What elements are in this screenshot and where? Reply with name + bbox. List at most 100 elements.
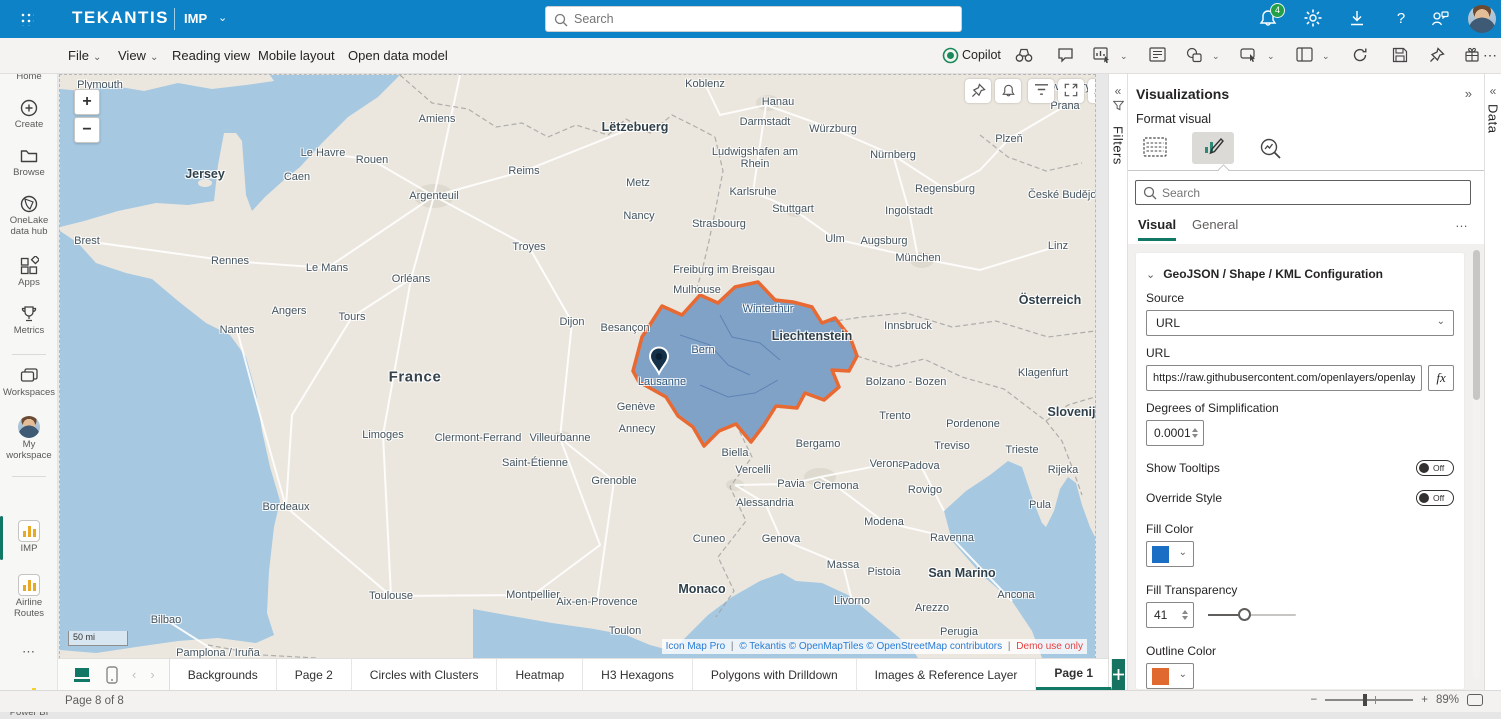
analytics-pane-button[interactable] <box>1250 132 1292 164</box>
attribution-tekantis[interactable]: © Tekantis <box>739 641 786 652</box>
notifications-button[interactable]: 4 <box>1258 8 1280 30</box>
gift-button[interactable] <box>1460 45 1484 67</box>
more-options-icon[interactable]: ⋯ <box>1483 47 1497 64</box>
menu-view[interactable]: View⌄ <box>118 48 158 63</box>
menu-open-data-model[interactable]: Open data model <box>348 48 448 63</box>
refresh-button[interactable] <box>1348 45 1372 67</box>
add-page-button[interactable] <box>1112 659 1125 690</box>
show-tooltips-toggle[interactable]: Off <box>1416 460 1454 476</box>
global-search[interactable] <box>545 6 962 32</box>
stepper-down[interactable] <box>1192 434 1198 438</box>
copilot-button[interactable] <box>938 45 962 67</box>
attribution-product[interactable]: Icon Map Pro <box>666 641 725 652</box>
save-button[interactable] <box>1388 45 1412 67</box>
workspace-switcher[interactable]: IMP <box>184 11 207 26</box>
source-dropdown[interactable]: URL ⌄ <box>1146 310 1454 336</box>
chevron-down-icon[interactable]: ⌄ <box>1120 51 1128 62</box>
override-style-toggle[interactable]: Off <box>1416 490 1454 506</box>
simplification-stepper[interactable]: 0.0001 <box>1146 420 1204 446</box>
outline-color-picker[interactable]: ⌄ <box>1146 663 1194 689</box>
sidebar-item-browse[interactable]: Browse <box>0 146 58 179</box>
help-button[interactable]: ? <box>1390 8 1412 30</box>
data-pane-collapsed[interactable]: « Data <box>1484 74 1501 690</box>
next-page-icon[interactable]: › <box>150 667 154 682</box>
map-visual[interactable]: PlymouthJerseyAmiensLe HavreRouenCaenRei… <box>60 75 1095 658</box>
mobile-view-icon[interactable] <box>106 666 118 684</box>
waffle-menu-icon[interactable] <box>20 12 34 26</box>
menu-mobile-layout[interactable]: Mobile layout <box>258 48 335 63</box>
sidebar-item-my-workspace[interactable]: My workspace <box>0 416 58 462</box>
stepper-down[interactable] <box>1182 616 1188 620</box>
page-tab-page-2[interactable]: Page 2 <box>277 659 352 690</box>
zoom-slider[interactable] <box>1325 699 1413 701</box>
chevron-down-icon[interactable]: ⌄ <box>1267 51 1275 62</box>
feedback-button[interactable] <box>1430 8 1452 30</box>
zoom-in-icon[interactable]: + <box>1421 694 1428 706</box>
menu-file[interactable]: File⌄ <box>68 48 101 63</box>
url-input[interactable] <box>1146 365 1422 391</box>
format-search[interactable] <box>1135 180 1471 205</box>
fields-pane-button[interactable] <box>1134 132 1176 164</box>
filters-pane-label[interactable]: Filters <box>1111 126 1126 165</box>
visual-filters-button[interactable] <box>1028 79 1054 103</box>
tab-general[interactable]: General <box>1192 217 1238 238</box>
sidebar-item-onelake[interactable]: OneLake data hub <box>0 194 58 238</box>
shapes-button[interactable] <box>1182 45 1206 67</box>
filters-pane-collapsed[interactable]: « Filters <box>1108 74 1128 690</box>
tabs-more-icon[interactable]: … <box>1455 215 1468 230</box>
alerts-button[interactable] <box>995 79 1021 103</box>
page-tab-h3-hexagons[interactable]: H3 Hexagons <box>583 659 693 690</box>
find-button[interactable] <box>1012 45 1036 67</box>
stepper-up[interactable] <box>1182 610 1188 614</box>
page-tab-polygons-with-drilldown[interactable]: Polygons with Drilldown <box>693 659 857 690</box>
sidebar-item-metrics[interactable]: Metrics <box>0 304 58 337</box>
data-pane-label[interactable]: Data <box>1486 104 1501 133</box>
page-tab-images-reference-layer[interactable]: Images & Reference Layer <box>857 659 1037 690</box>
search-input[interactable] <box>574 8 954 30</box>
collapse-icon[interactable]: « <box>1485 84 1501 98</box>
settings-button[interactable] <box>1303 8 1325 30</box>
menu-reading-view[interactable]: Reading view <box>172 48 250 63</box>
sidebar-more-button[interactable]: ⋯ <box>0 644 58 660</box>
page-tab-heatmap[interactable]: Heatmap <box>497 659 583 690</box>
chevron-down-icon[interactable]: ⌄ <box>218 11 227 24</box>
fill-transparency-stepper[interactable]: 41 <box>1146 602 1194 628</box>
page-tab-backgrounds[interactable]: Backgrounds <box>170 659 277 690</box>
fill-color-picker[interactable]: ⌄ <box>1146 541 1194 567</box>
page-tab-page-1[interactable]: Page 1 <box>1036 659 1112 690</box>
page-tab-circles-with-clusters[interactable]: Circles with Clusters <box>352 659 498 690</box>
expand-icon[interactable]: » <box>1465 86 1472 101</box>
map-zoom-in-button[interactable]: + <box>74 89 100 115</box>
attribution-osm[interactable]: © OpenStreetMap contributors <box>866 641 1002 652</box>
copilot-label[interactable]: Copilot <box>962 48 1001 62</box>
tab-visual[interactable]: Visual <box>1138 217 1176 241</box>
panel-scrollbar[interactable] <box>1473 250 1480 680</box>
section-geojson-config[interactable]: ⌄GeoJSON / Shape / KML Configuration <box>1146 267 1454 281</box>
zoom-out-icon[interactable]: − <box>1311 694 1318 706</box>
text-box-button[interactable] <box>1145 45 1169 67</box>
page-layout-button[interactable] <box>1292 45 1316 67</box>
collapse-icon[interactable]: « <box>1109 84 1127 98</box>
fit-to-page-icon[interactable] <box>1467 694 1483 706</box>
comment-button[interactable] <box>1053 45 1077 67</box>
fx-conditional-format-button[interactable]: fx <box>1428 365 1454 391</box>
prev-page-icon[interactable]: ‹ <box>132 667 136 682</box>
sidebar-item-create[interactable]: Create <box>0 98 58 131</box>
focus-mode-button[interactable] <box>1058 79 1084 103</box>
chevron-down-icon[interactable]: ⌄ <box>1322 51 1330 62</box>
map-zoom-out-button[interactable]: − <box>74 117 100 143</box>
visual-more-options-button[interactable]: … <box>1088 79 1095 103</box>
download-button[interactable] <box>1347 8 1369 30</box>
stepper-up[interactable] <box>1192 428 1198 432</box>
sidebar-item-apps[interactable]: Apps <box>0 256 58 289</box>
sidebar-item-imp[interactable]: IMP <box>0 520 58 555</box>
zoom-slider-handle[interactable] <box>1363 694 1367 706</box>
fill-transparency-slider[interactable] <box>1208 614 1296 616</box>
format-pane-button[interactable] <box>1192 132 1234 164</box>
buttons-button[interactable] <box>1237 45 1261 67</box>
chevron-down-icon[interactable]: ⌄ <box>1212 51 1220 62</box>
format-search-input[interactable] <box>1162 182 1462 203</box>
pin-visual-button[interactable] <box>965 79 991 103</box>
pin-button[interactable] <box>1425 45 1449 67</box>
add-visual-button[interactable] <box>1090 45 1114 67</box>
